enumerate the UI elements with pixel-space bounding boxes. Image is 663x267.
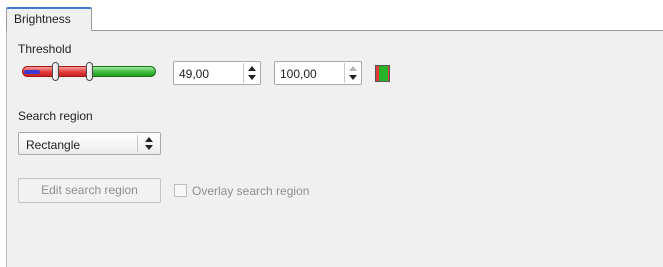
threshold-range-slider[interactable]	[18, 61, 162, 83]
edit-search-region-button[interactable]: Edit search region	[18, 178, 161, 203]
threshold-label: Threshold	[18, 42, 72, 56]
search-region-label: Search region	[18, 109, 93, 123]
spin-down-icon[interactable]	[248, 75, 256, 80]
tab-bar: Brightness	[0, 0, 663, 31]
up-down-arrows-icon	[144, 137, 154, 151]
combo-separator	[137, 135, 138, 152]
spin-buttons[interactable]	[243, 63, 259, 83]
spin-up-icon[interactable]	[349, 66, 357, 71]
threshold-high-value: 100,00	[280, 67, 317, 81]
slider-low-handle[interactable]	[51, 62, 59, 81]
overlay-search-region-label: Overlay search region	[192, 184, 310, 198]
spin-buttons[interactable]	[344, 63, 360, 83]
search-region-selected: Rectangle	[26, 138, 81, 152]
brightness-panel: Threshold 49,00 100,00 Search region Rec…	[6, 30, 663, 267]
tab-brightness[interactable]: Brightness	[6, 7, 92, 31]
slider-value-marker	[24, 70, 40, 74]
threshold-low-spinbox[interactable]: 49,00	[173, 61, 261, 85]
threshold-color-swatch-icon	[375, 65, 390, 82]
overlay-search-region-checkbox[interactable]	[174, 184, 187, 197]
slider-high-handle[interactable]	[86, 62, 93, 81]
spin-up-icon[interactable]	[248, 66, 256, 71]
slider-high-segment	[90, 66, 156, 77]
search-region-select[interactable]: Rectangle	[18, 132, 161, 155]
threshold-low-value: 49,00	[179, 67, 210, 81]
threshold-high-spinbox[interactable]: 100,00	[274, 61, 362, 85]
spin-down-icon[interactable]	[349, 75, 357, 80]
